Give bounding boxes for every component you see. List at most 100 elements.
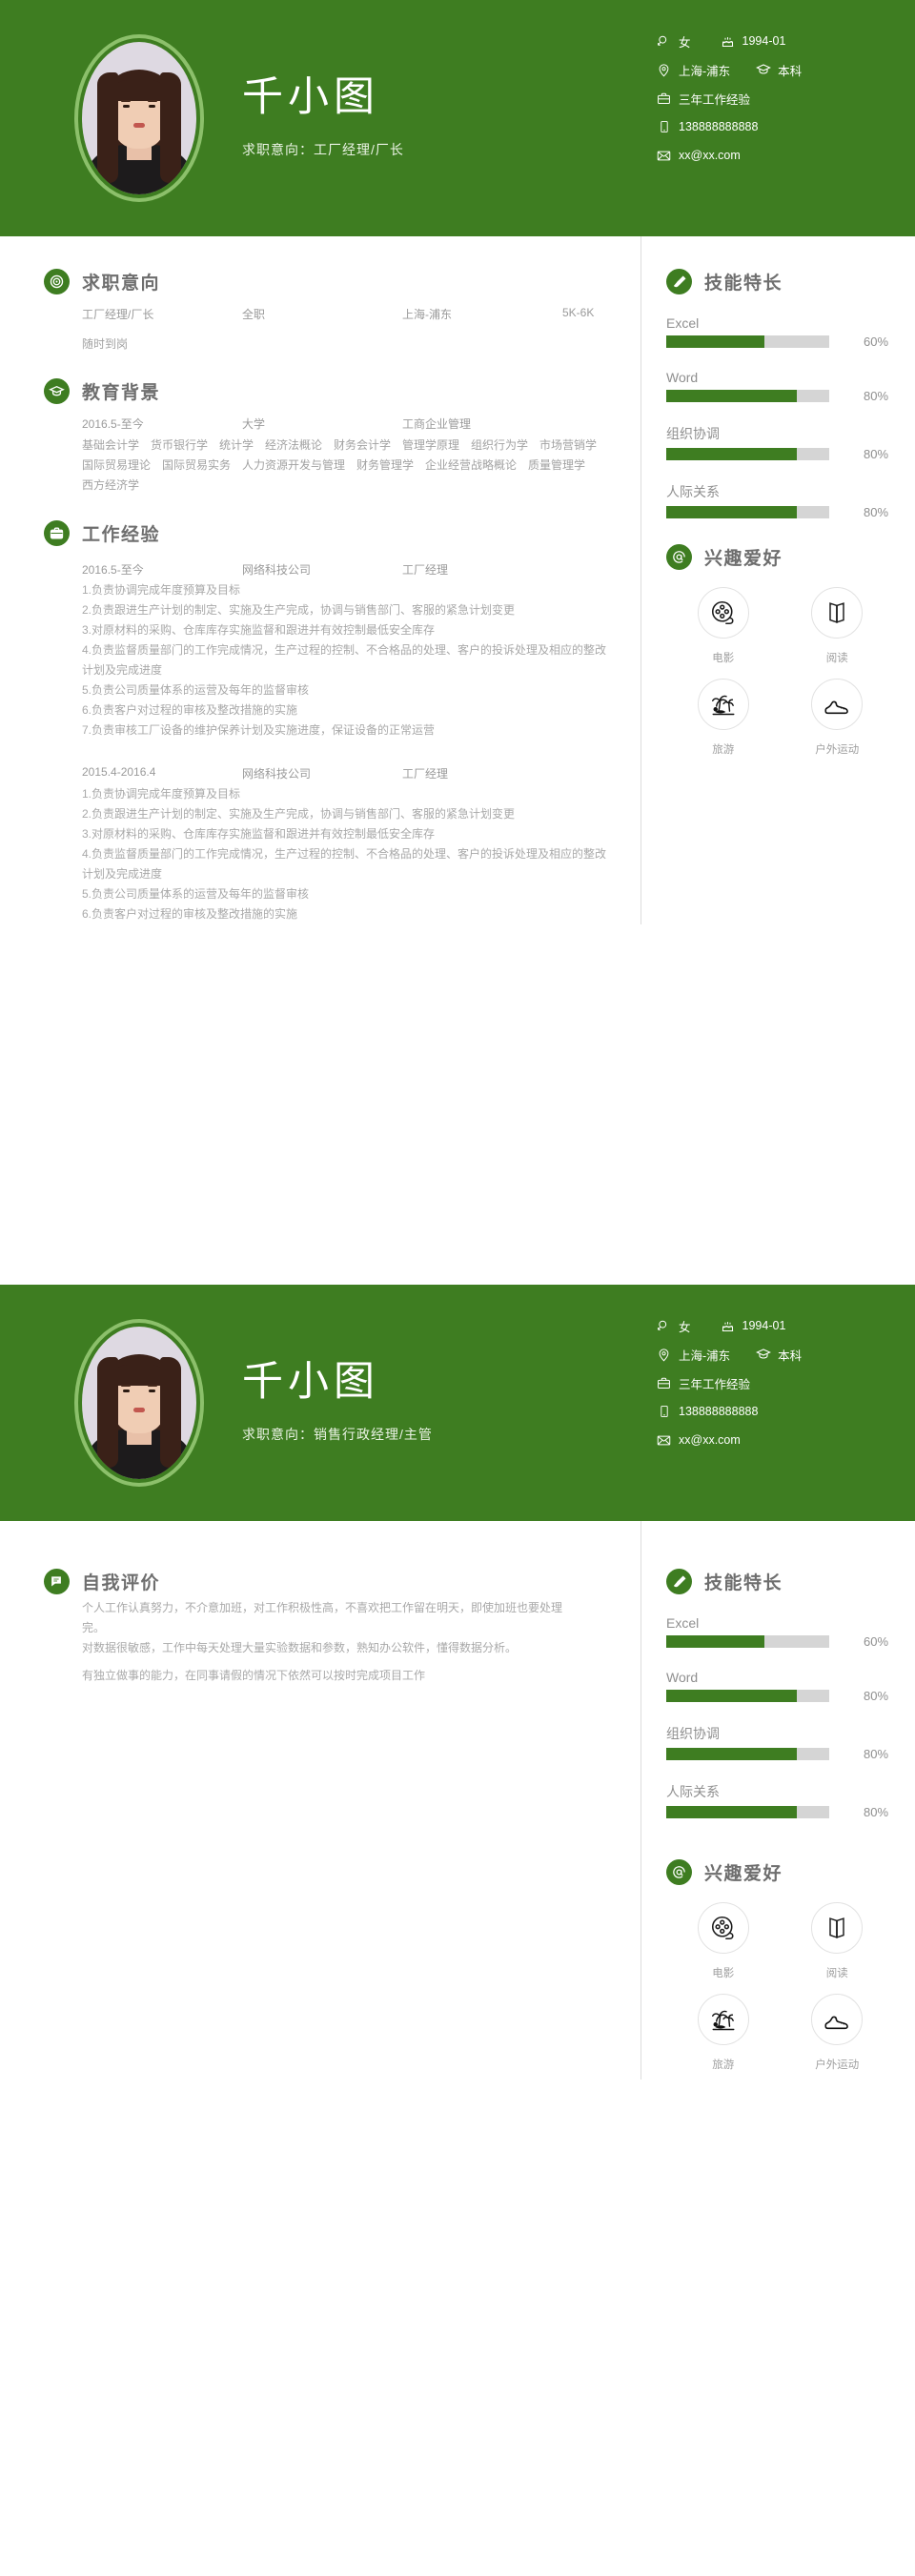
skill-item: Word 80% [666, 1670, 894, 1703]
contact-birth-value: 1994-01 [742, 1319, 786, 1332]
section-title: 兴趣爱好 [704, 1864, 783, 1884]
section-education: 教育背景 [44, 378, 608, 404]
contact-location-value: 上海-浦东 [679, 64, 731, 78]
briefcase-icon [656, 1375, 672, 1391]
job-company: 网络科技公司 [242, 767, 312, 781]
hobby-label: 户外运动 [815, 744, 860, 756]
contact-education: 本科 [755, 1346, 802, 1364]
job-period: 2016.5-至今 [82, 563, 144, 577]
work-job: 2016.5-至今 网络科技公司 工厂经理 1.负责协调完成年度预算及目标 2.… [82, 561, 608, 740]
page2-main-column: 自我评价 个人工作认真努力，不介意加班，对工作积极性高，不喜欢把工作留在明天，即… [0, 1521, 640, 2079]
skill-name: 组织协调 [666, 426, 720, 441]
skill-bar-track [666, 1690, 829, 1702]
open-book-icon [811, 587, 864, 639]
hobbies-grid: 电影 阅读 旅游 户外运动 [666, 1902, 894, 2079]
edu-period: 2016.5-至今 [82, 417, 144, 431]
section-skills: 技能特长 [666, 1569, 894, 1594]
section-title: 求职意向 [82, 274, 161, 294]
skill-name: 组织协调 [666, 1726, 720, 1741]
section-title: 技能特长 [704, 1573, 783, 1593]
film-reel-icon [697, 1902, 749, 1954]
job-bullet: 3.对原材料的采购、仓库库存实施监督和跟进并有效控制最低安全库存 [82, 827, 436, 841]
section-work: 工作经验 [44, 520, 608, 546]
avatar-photo [82, 42, 196, 194]
skill-item: 人际关系 80% [666, 1782, 894, 1819]
contact-row-1: 女 1994-01 [656, 27, 894, 55]
intent-availability: 随时到岗 [82, 337, 129, 351]
job-bullet: 2.负责跟进生产计划的制定、实施及生产完成，协调与销售部门、客服的紧急计划变更 [82, 807, 516, 821]
contact-email[interactable]: xx@xx.com [656, 148, 741, 164]
section-title: 兴趣爱好 [704, 549, 783, 569]
contact-row-4: 138888888888 [656, 112, 894, 141]
contact-birth: 1994-01 [720, 33, 785, 50]
contact-experience: 三年工作经验 [656, 1374, 750, 1392]
contact-phone-value: 138888888888 [679, 120, 759, 133]
skill-item: Word 80% [666, 370, 894, 403]
job-bullet: 5.负责公司质量体系的运营及每年的监督审核 [82, 683, 310, 697]
paintbrush-icon [666, 1569, 692, 1594]
contact-phone[interactable]: 138888888888 [656, 119, 758, 135]
hobby-item: 旅游 [666, 679, 781, 757]
contact-email-value: xx@xx.com [679, 1433, 741, 1447]
self-eval-paragraph: 个人工作认真努力，不介意加班，对工作积极性高，不喜欢把工作留在明天，即使加班也要… [82, 1601, 563, 1634]
hobby-item: 阅读 [781, 587, 895, 665]
skill-bar-fill [666, 1690, 797, 1702]
skill-item: 组织协调 80% [666, 424, 894, 461]
birthday-cake-icon [720, 1318, 736, 1334]
self-eval-content: 个人工作认真努力，不介意加班，对工作积极性高，不喜欢把工作留在明天，即使加班也要… [44, 1598, 578, 1686]
skill-percent: 80% [864, 1747, 889, 1761]
skill-percent: 80% [864, 447, 889, 461]
skill-percent: 80% [864, 1805, 889, 1819]
contact-experience-value: 三年工作经验 [679, 1377, 751, 1391]
contact-location: 上海-浦东 [656, 61, 730, 79]
section-title: 教育背景 [82, 383, 161, 403]
job-bullet: 4.负责监督质量部门的工作完成情况，生产过程的控制、不合格品的处理、客户的投诉处… [82, 847, 607, 881]
hobby-label: 旅游 [712, 2059, 735, 2071]
hobby-label: 电影 [712, 1968, 735, 1979]
skill-bar-row: 60% [666, 335, 894, 349]
palm-tree-icon [697, 679, 749, 730]
skill-bar-fill [666, 448, 797, 460]
page1-header: 千小图 求职意向：工厂经理/厂长 女 1994-01 上海-浦东 本科 三年工作… [0, 0, 915, 236]
page2-sidebar: 技能特长 Excel 60% Word 80% 组织协调 80% 人际关系 80… [641, 1521, 915, 2079]
work-job-bullets: 1.负责协调完成年度预算及目标 2.负责跟进生产计划的制定、实施及生产完成，协调… [82, 784, 608, 924]
work-job: 2015.4-2016.4 网络科技公司 工厂经理 1.负责协调完成年度预算及目… [82, 765, 608, 924]
job-intention-row: 工厂经理/厂长 全职 上海-浦东 5K-6K [82, 306, 608, 322]
skills-list: Excel 60% Word 80% 组织协调 80% 人际关系 80% [666, 1615, 894, 1819]
contact-phone[interactable]: 138888888888 [656, 1404, 758, 1420]
hiking-boot-icon [811, 1994, 864, 2045]
skill-name: 人际关系 [666, 484, 720, 499]
film-reel-icon [697, 587, 749, 639]
graduation-cap-icon [44, 378, 70, 404]
section-self-eval: 自我评价 [44, 1569, 608, 1594]
contact-experience-value: 三年工作经验 [679, 92, 751, 107]
skill-bar-fill [666, 390, 797, 402]
job-bullet: 4.负责监督质量部门的工作完成情况，生产过程的控制、不合格品的处理、客户的投诉处… [82, 643, 607, 677]
skill-bar-row: 80% [666, 389, 894, 403]
contact-email[interactable]: xx@xx.com [656, 1432, 741, 1449]
skill-bar-fill [666, 1635, 764, 1648]
skill-bar-row: 60% [666, 1634, 894, 1649]
contact-location: 上海-浦东 [656, 1346, 730, 1364]
job-company: 网络科技公司 [242, 563, 312, 577]
page1-sidebar: 技能特长 Excel 60% Word 80% 组织协调 80% 人际关系 80… [641, 236, 915, 924]
hobby-label: 电影 [712, 653, 735, 664]
avatar-frame [74, 1319, 204, 1487]
skill-bar-row: 80% [666, 1747, 894, 1761]
hobby-label: 阅读 [825, 1968, 848, 1979]
open-book-icon [811, 1902, 864, 1954]
hobby-label: 阅读 [825, 653, 848, 664]
page1-main-column: 求职意向 工厂经理/厂长 全职 上海-浦东 5K-6K 随时到岗 教育背景 20… [0, 236, 640, 924]
contact-row-4: 138888888888 [656, 1397, 894, 1426]
avatar-photo [82, 1327, 196, 1479]
gender-icon [656, 33, 672, 50]
person-name: 千小图 [242, 1359, 379, 1405]
map-pin-icon [656, 62, 672, 78]
contact-email-value: xx@xx.com [679, 149, 741, 162]
intent-position: 工厂经理/厂长 [82, 308, 154, 321]
hobby-item: 电影 [666, 587, 781, 665]
skill-bar-row: 80% [666, 505, 894, 519]
skill-bar-fill [666, 506, 797, 518]
skill-bar-fill [666, 1806, 797, 1818]
contact-row-2: 上海-浦东 本科 [656, 55, 894, 84]
